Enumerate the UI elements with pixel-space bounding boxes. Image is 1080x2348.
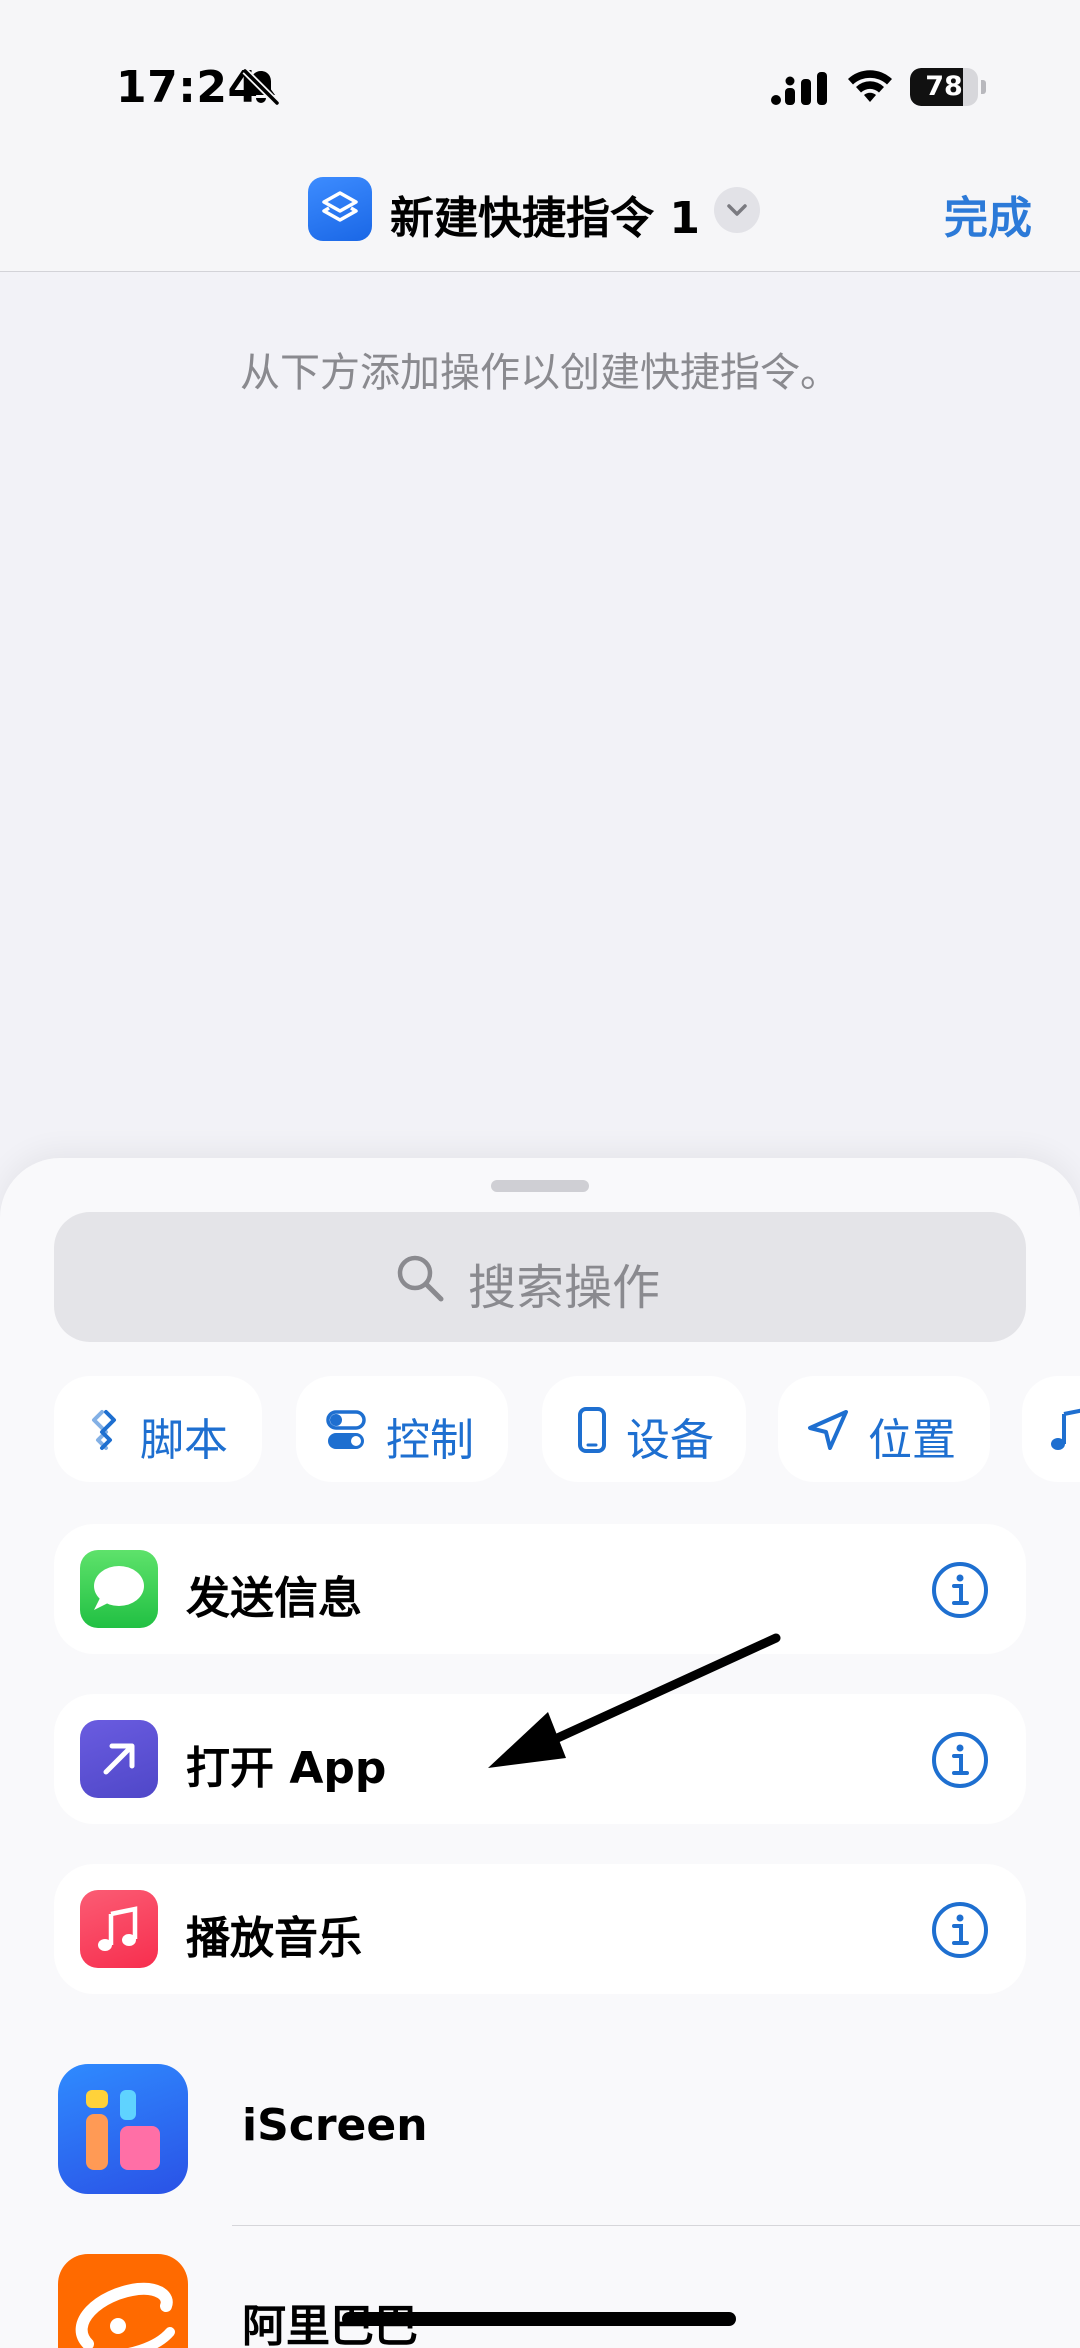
battery-level: 78 — [925, 71, 963, 102]
action-send-message[interactable]: 发送信息 — [54, 1524, 1026, 1654]
script-icon — [92, 1410, 116, 1450]
home-indicator[interactable] — [342, 2312, 736, 2326]
bell-off-icon — [242, 68, 280, 106]
category-device[interactable]: 设备 — [542, 1376, 746, 1482]
shortcut-title[interactable]: 新建快捷指令 1 — [390, 182, 700, 246]
open-app-icon — [80, 1720, 158, 1798]
status-bar: 17:24 78 — [0, 0, 1080, 175]
action-label: 打开 App — [186, 1743, 387, 1794]
sheet-grabber[interactable] — [491, 1180, 589, 1192]
action-label: 发送信息 — [186, 1573, 362, 1624]
info-icon[interactable] — [930, 1900, 990, 1960]
iscreen-icon — [58, 2064, 188, 2194]
music-note-icon — [1051, 1408, 1080, 1450]
category-chips: 脚本 控制 设备 位置 — [0, 1376, 1080, 1486]
cellular-signal-icon — [771, 72, 827, 105]
actions-sheet: 搜索操作 脚本 控制 设备 位置 发送信息 打开 App 播放音乐 iScree… — [0, 1158, 1080, 2348]
action-play-music[interactable]: 播放音乐 — [54, 1864, 1026, 1994]
messages-icon — [80, 1550, 158, 1628]
info-icon[interactable] — [930, 1560, 990, 1620]
category-script[interactable]: 脚本 — [54, 1376, 262, 1482]
music-icon — [80, 1890, 158, 1968]
app-item-alibaba[interactable]: 阿里巴巴 — [0, 2254, 1080, 2348]
app-label: iScreen — [242, 2100, 428, 2151]
app-item-iscreen[interactable]: iScreen — [0, 2064, 1080, 2214]
chevron-down-icon[interactable] — [714, 187, 760, 233]
category-music[interactable] — [1022, 1376, 1080, 1482]
action-open-app[interactable]: 打开 App — [54, 1694, 1026, 1824]
category-location[interactable]: 位置 — [778, 1376, 990, 1482]
alibaba-icon — [58, 2254, 188, 2348]
search-actions-field[interactable]: 搜索操作 — [54, 1212, 1026, 1342]
category-label: 脚本 — [140, 1415, 228, 1466]
toggle-icon — [326, 1410, 366, 1449]
done-button[interactable]: 完成 — [944, 182, 1032, 246]
location-arrow-icon — [808, 1410, 848, 1450]
shortcuts-icon[interactable] — [308, 177, 372, 241]
info-icon[interactable] — [930, 1730, 990, 1790]
category-control[interactable]: 控制 — [296, 1376, 508, 1482]
action-label: 播放音乐 — [186, 1913, 362, 1964]
phone-icon — [578, 1407, 606, 1453]
empty-state-hint: 从下方添加操作以创建快捷指令。 — [240, 350, 840, 396]
battery-indicator: 78 — [910, 68, 986, 106]
search-placeholder: 搜索操作 — [468, 1260, 661, 1316]
category-label: 控制 — [386, 1415, 474, 1466]
category-label: 位置 — [868, 1415, 956, 1466]
list-divider — [232, 2225, 1080, 2226]
category-label: 设备 — [626, 1415, 714, 1466]
navigation-bar: 新建快捷指令 1 完成 — [0, 160, 1080, 272]
status-time: 17:24 — [116, 62, 259, 113]
search-icon — [397, 1255, 444, 1302]
wifi-icon — [848, 70, 892, 102]
